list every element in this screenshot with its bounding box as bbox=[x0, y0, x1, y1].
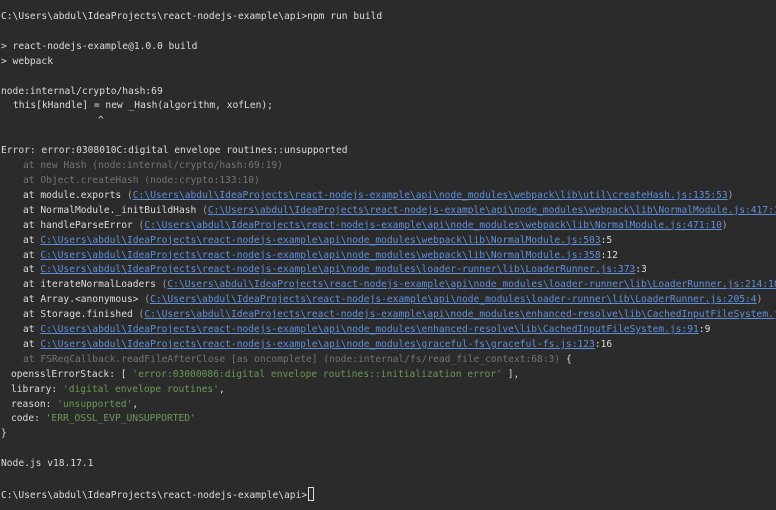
property-key: opensslErrorStack: [ bbox=[11, 368, 133, 380]
stack-frame: at iterateNormalLoaders (C:\Users\abdul\… bbox=[1, 278, 776, 293]
stack-frame: at C:\Users\abdul\IdeaProjects\react-nod… bbox=[1, 263, 776, 278]
command: npm run build bbox=[307, 11, 383, 22]
npm-script-line: > react-nodejs-example@1.0.0 build bbox=[1, 40, 198, 52]
stack-frame: at new Hash (node:internal/crypto/hash:6… bbox=[1, 159, 776, 174]
stack-frame-function: at bbox=[23, 249, 41, 261]
stack-frame-function: at Storage.finished bbox=[23, 309, 139, 321]
stack-frame: at C:\Users\abdul\IdeaProjects\react-nod… bbox=[1, 249, 776, 264]
property-punct: , bbox=[132, 398, 139, 410]
stack-frame-text: at Object.createHash (node:crypto:133:10… bbox=[23, 174, 260, 186]
error-code-line: this[kHandle] = new _Hash(algorithm, xof… bbox=[13, 100, 273, 112]
error-property: library: 'digital envelope routines', bbox=[1, 383, 776, 398]
stack-frame-function: at module.exports bbox=[23, 189, 127, 201]
stack-frame: at C:\Users\abdul\IdeaProjects\react-nod… bbox=[1, 234, 776, 249]
file-path-link[interactable]: C:\Users\abdul\IdeaProjects\react-nodejs… bbox=[40, 264, 635, 275]
file-path-link[interactable]: C:\Users\abdul\IdeaProjects\react-nodejs… bbox=[40, 235, 600, 246]
stack-trace: at new Hash (node:internal/crypto/hash:6… bbox=[1, 159, 776, 368]
property-key: library: bbox=[11, 383, 63, 395]
stack-frame-function: at bbox=[23, 234, 41, 246]
property-value: 'unsupported' bbox=[57, 398, 133, 410]
stack-frame: at FSReqCallback.readFileAfterClose [as … bbox=[1, 353, 776, 368]
property-value: 'ERR_OSSL_EVP_UNSUPPORTED' bbox=[45, 413, 196, 425]
stack-frame: at Storage.finished (C:\Users\abdul\Idea… bbox=[1, 308, 776, 323]
property-key: reason: bbox=[11, 398, 58, 410]
stack-frame: at C:\Users\abdul\IdeaProjects\react-nod… bbox=[1, 323, 776, 338]
closing-brace: } bbox=[1, 428, 7, 440]
file-path-link[interactable]: C:\Users\abdul\IdeaProjects\react-nodejs… bbox=[40, 324, 698, 335]
npm-script-line: > webpack bbox=[1, 55, 53, 67]
paren-close: ) bbox=[721, 219, 728, 231]
stack-frame: at NormalModule._initBuildHash (C:\Users… bbox=[1, 204, 776, 219]
prompt: C:\Users\abdul\IdeaProjects\react-nodejs… bbox=[1, 11, 308, 22]
property-value: 'digital envelope routines' bbox=[62, 383, 219, 395]
prompt: C:\Users\abdul\IdeaProjects\react-nodejs… bbox=[1, 490, 308, 501]
command-line: C:\Users\abdul\IdeaProjects\react-nodejs… bbox=[1, 10, 776, 25]
column-number: :16 bbox=[594, 338, 613, 350]
stack-frame-text: at new Hash (node:internal/crypto/hash:6… bbox=[23, 160, 283, 172]
command-line-current[interactable]: C:\Users\abdul\IdeaProjects\react-nodejs… bbox=[1, 487, 776, 502]
column-number: :3 bbox=[635, 264, 647, 276]
property-value: 'error:03000086:digital envelope routine… bbox=[132, 368, 502, 380]
paren-close: ) bbox=[756, 294, 763, 306]
stack-frame: at Object.createHash (node:crypto:133:10… bbox=[1, 174, 776, 189]
stack-frame-function: at iterateNormalLoaders bbox=[23, 279, 162, 291]
error-property: opensslErrorStack: [ 'error:03000086:dig… bbox=[1, 368, 776, 383]
property-punct: ], bbox=[501, 368, 520, 380]
error-message: Error: error:0308010C:digital envelope r… bbox=[1, 145, 348, 157]
stack-frame-function: at Array.<anonymous> bbox=[23, 294, 145, 306]
text-cursor bbox=[308, 487, 315, 501]
file-path-link[interactable]: C:\Users\abdul\IdeaProjects\react-nodejs… bbox=[208, 205, 776, 216]
file-path-link[interactable]: C:\Users\abdul\IdeaProjects\react-nodejs… bbox=[133, 190, 728, 201]
column-number: :9 bbox=[698, 324, 711, 336]
stack-frame-function: at bbox=[23, 264, 41, 276]
stack-frame-function: at NormalModule._initBuildHash bbox=[23, 204, 203, 216]
node-version: Node.js v18.17.1 bbox=[1, 458, 94, 470]
error-properties: opensslErrorStack: [ 'error:03000086:dig… bbox=[1, 368, 776, 428]
file-path-link[interactable]: C:\Users\abdul\IdeaProjects\react-nodejs… bbox=[144, 309, 776, 320]
error-property: code: 'ERR_OSSL_EVP_UNSUPPORTED' bbox=[1, 412, 776, 427]
file-path-link[interactable]: C:\Users\abdul\IdeaProjects\react-nodejs… bbox=[167, 279, 776, 290]
file-path-link[interactable]: C:\Users\abdul\IdeaProjects\react-nodejs… bbox=[40, 339, 595, 350]
column-number: :12 bbox=[600, 249, 618, 261]
column-number: :5 bbox=[600, 234, 613, 246]
file-path-link[interactable]: C:\Users\abdul\IdeaProjects\react-nodejs… bbox=[40, 250, 600, 261]
file-path-link[interactable]: C:\Users\abdul\IdeaProjects\react-nodejs… bbox=[150, 294, 756, 305]
stack-frame-text: at FSReqCallback.readFileAfterClose [as … bbox=[23, 353, 561, 365]
error-property: reason: 'unsupported', bbox=[1, 398, 776, 413]
paren-close: ) bbox=[727, 189, 734, 201]
stack-frame-tail: { bbox=[560, 353, 572, 365]
stack-frame: at handleParseError (C:\Users\abdul\Idea… bbox=[1, 219, 776, 234]
property-punct: , bbox=[218, 383, 225, 395]
stack-frame-function: at bbox=[23, 324, 41, 336]
stack-frame: at Array.<anonymous> (C:\Users\abdul\Ide… bbox=[1, 293, 776, 308]
stack-frame: at module.exports (C:\Users\abdul\IdeaPr… bbox=[1, 189, 776, 204]
stack-frame: at C:\Users\abdul\IdeaProjects\react-nod… bbox=[1, 338, 776, 353]
property-key: code: bbox=[11, 413, 46, 425]
file-path-link[interactable]: C:\Users\abdul\IdeaProjects\react-nodejs… bbox=[144, 220, 722, 231]
stack-frame-function: at bbox=[23, 338, 41, 350]
terminal[interactable]: C:\Users\abdul\IdeaProjects\react-nodejs… bbox=[0, 0, 776, 510]
error-location: node:internal/crypto/hash:69 bbox=[1, 85, 163, 97]
stack-frame-function: at handleParseError bbox=[23, 219, 139, 231]
error-caret: ^ bbox=[98, 115, 104, 127]
